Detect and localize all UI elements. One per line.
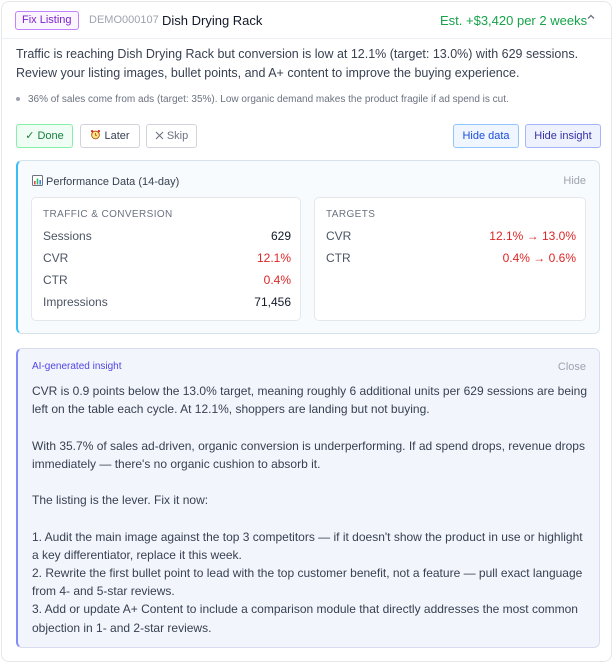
note-text: 36% of sales come from ads (target: 35%)…	[28, 94, 509, 105]
performance-title: Performance Data (14-day)	[32, 175, 179, 188]
x-icon	[155, 130, 167, 142]
card-header[interactable]: Fix Listing DEMO000107 Dish Drying Rack …	[2, 2, 611, 39]
insight-paragraph: The listing is the lever. Fix it now:	[32, 493, 209, 508]
metric-label: CTR	[43, 273, 68, 287]
skip-label: Skip	[166, 130, 189, 142]
bullet-dot-icon	[16, 97, 20, 102]
chevron-up-icon[interactable]	[586, 12, 596, 25]
target-value: 12.1% → 13.0%	[489, 229, 576, 243]
ad-dependency-note: 36% of sales come from ads (target: 35%)…	[16, 93, 601, 107]
insight-step: 2. Rewrite the first bullet point to lea…	[32, 565, 583, 599]
metric-value: 71,456	[254, 295, 291, 309]
estimated-impact: Est. +$3,420 per 2 weeks	[440, 13, 588, 28]
traffic-heading: TRAFFIC & CONVERSION	[43, 209, 173, 220]
insight-step: 3. Add or update A+ Content to include a…	[32, 602, 578, 635]
performance-hide-link[interactable]: Hide	[563, 175, 586, 187]
done-button[interactable]: ✓ Done	[16, 124, 73, 148]
summary-text: Traffic is reaching Dish Drying Rack but…	[16, 47, 579, 80]
hide-insight-button[interactable]: Hide insight	[525, 124, 601, 148]
performance-data-section: Performance Data (14-day) Hide TRAFFIC &…	[16, 160, 600, 334]
later-button[interactable]: Later	[80, 124, 140, 148]
traffic-conversion-panel: TRAFFIC & CONVERSION Sessions 629 CVR 12…	[31, 197, 301, 321]
insight-step: 1. Audit the main image against the top …	[32, 529, 583, 562]
metric-value: 12.1%	[256, 251, 291, 265]
insight-title: AI-generated insight	[32, 361, 122, 372]
metric-row: CTR 0.4%	[43, 273, 291, 289]
hide-data-button[interactable]: Hide data	[453, 124, 519, 148]
performance-title-text: Performance Data (14-day)	[46, 176, 180, 188]
ai-insight-section: AI-generated insight Close CVR is 0.9 po…	[16, 348, 600, 648]
metric-label: Sessions	[43, 229, 92, 243]
skip-button[interactable]: Skip	[146, 124, 197, 148]
insight-paragraph: CVR is 0.9 points below the 13.0% target…	[32, 384, 588, 417]
metric-label: CVR	[43, 251, 69, 265]
targets-panel: TARGETS CVR 12.1% → 13.0% CTR 0.4% → 0.6…	[314, 197, 586, 321]
insight-paragraph: With 35.7% of sales ad-driven, organic c…	[32, 438, 585, 471]
metric-row: CVR 12.1%	[43, 251, 291, 267]
action-type-badge: Fix Listing	[15, 11, 79, 30]
alarm-clock-icon	[90, 130, 104, 142]
metric-row: Sessions 629	[43, 229, 291, 245]
target-label: CTR	[326, 251, 351, 265]
metric-label: Impressions	[43, 295, 108, 309]
metric-value: 0.4%	[263, 273, 291, 287]
metric-value: 629	[270, 229, 291, 243]
later-label: Later	[104, 130, 130, 142]
product-title: Dish Drying Rack	[162, 13, 263, 28]
target-row: CTR 0.4% → 0.6%	[326, 251, 576, 267]
product-id: DEMO000107	[89, 14, 159, 26]
recommendation-card: Fix Listing DEMO000107 Dish Drying Rack …	[1, 1, 612, 662]
target-label: CVR	[326, 229, 352, 243]
target-value: 0.4% → 0.6%	[502, 251, 576, 265]
insight-close-link[interactable]: Close	[558, 361, 586, 373]
target-row: CVR 12.1% → 13.0%	[326, 229, 576, 245]
targets-heading: TARGETS	[326, 209, 376, 220]
metric-row: Impressions 71,456	[43, 295, 291, 311]
bar-chart-icon	[32, 175, 43, 186]
insight-body: CVR is 0.9 points below the 13.0% target…	[32, 382, 588, 637]
